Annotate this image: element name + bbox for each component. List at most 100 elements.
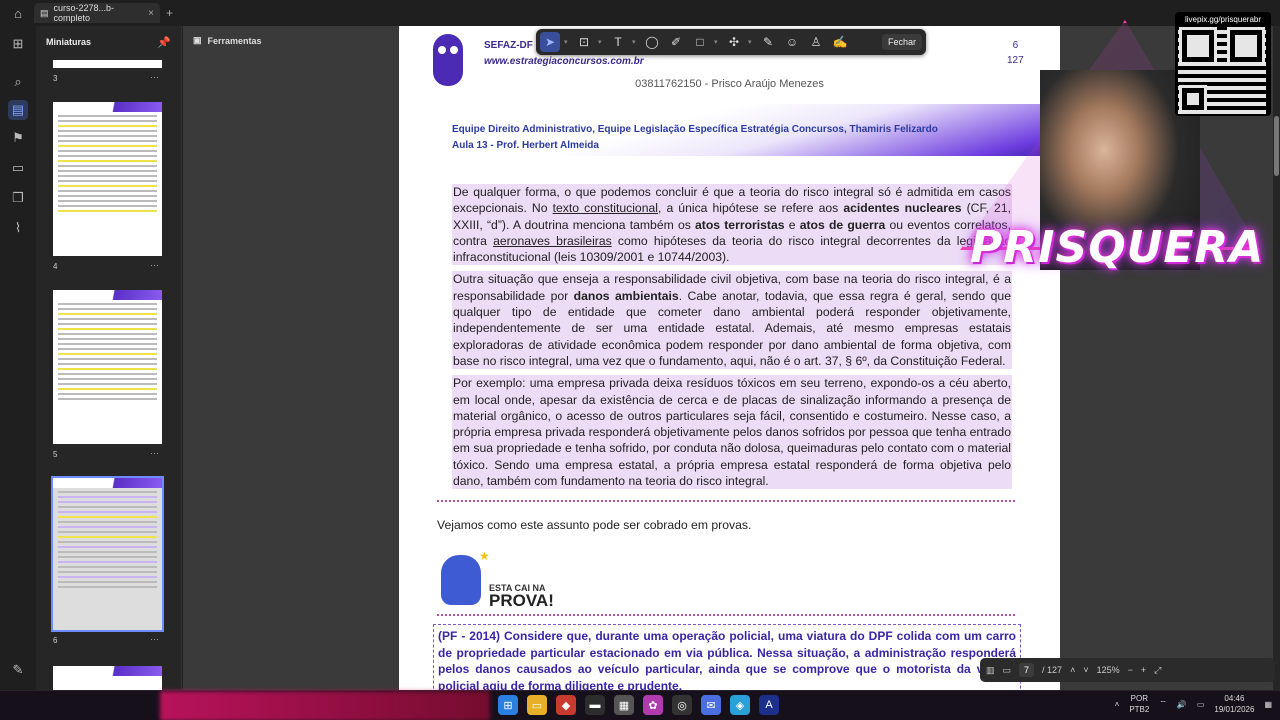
scrollbar-thumb[interactable] [1274, 116, 1279, 176]
thumbnail-menu-icon[interactable]: ··· [150, 634, 159, 644]
app-icon[interactable]: ✉ [701, 695, 721, 715]
home-icon[interactable]: ⌂ [0, 0, 36, 26]
zoom-out-icon[interactable]: − [1128, 665, 1133, 675]
previous-page-icon[interactable]: ˄ [1070, 665, 1075, 675]
sticker-icon[interactable]: ☺ [782, 32, 802, 52]
zoom-level[interactable]: 125% [1097, 665, 1120, 675]
tools-icon: ▣ [193, 35, 202, 45]
chevron-down-icon[interactable]: ▾ [748, 38, 754, 46]
annotation-toolbar: ➤ ▾ ⊡ ▾ T ▾ ◯ ✐ □ ▾ ✣ ▾ ✎ ☺ ♙ ✍ Fechar [536, 29, 926, 55]
qr-url: livepix.gg/prisquerabr [1184, 15, 1262, 24]
tools-label: Ferramentas [207, 35, 262, 46]
close-tab-icon[interactable]: × [148, 8, 154, 19]
thumbnails-panel: Miniaturas 📌 3 ··· 4 ··· 5 ··· 6 ··· [36, 26, 182, 690]
language-indicator[interactable]: POR PTB2 [1129, 693, 1149, 715]
thumbnail-page-7[interactable] [53, 666, 162, 690]
search-icon[interactable]: ⌕ [8, 72, 28, 92]
pdf-app-icon[interactable]: A [759, 695, 779, 715]
highlight-icon[interactable]: ✐ [666, 32, 686, 52]
pages-icon[interactable]: ▤ [8, 100, 28, 120]
paragraph-3: Por exemplo: uma empresa privada deixa r… [452, 375, 1012, 490]
signature-icon[interactable]: ✍ [830, 32, 850, 52]
text-bold: acidentes nucleares [843, 201, 962, 216]
text-bold: danos ambientais [573, 288, 679, 303]
page-number: 6 [1012, 40, 1019, 51]
thumbnail-page-4[interactable] [53, 102, 162, 256]
text-run: , a única hipótese se refere aos [657, 201, 844, 216]
sign-icon[interactable]: ✎ [8, 660, 28, 680]
attachment-icon[interactable]: ⌇ [8, 218, 28, 238]
battery-icon[interactable]: ▭ [1197, 700, 1205, 709]
network-icon[interactable]: ⌔ [1159, 699, 1167, 709]
document-tab[interactable]: ▤ curso-2278...b-completo × [34, 3, 160, 23]
text-underline: texto constitucional [552, 201, 658, 216]
fit-page-icon[interactable]: ⤢ [1154, 665, 1161, 676]
page-layout-icon[interactable]: ▥ [986, 665, 995, 676]
title-bar: ⌂ ▤ curso-2278...b-completo × + [0, 0, 1280, 26]
stamp-person-icon[interactable]: ♙ [806, 32, 826, 52]
thumbnail-page-5[interactable] [53, 290, 162, 444]
text-tool-icon[interactable]: T [608, 32, 628, 52]
thumbnail-menu-icon[interactable]: ··· [150, 72, 159, 82]
shape-icon[interactable]: □ [690, 32, 710, 52]
pdf-page: SEFAZ-DF www.estrategiaconcursos.com.br … [399, 26, 1060, 690]
header-org: SEFAZ-DF [484, 40, 533, 51]
thumbnail-page-6[interactable] [51, 476, 164, 632]
team-line: Equipe Direito Administrativo, Equipe Le… [452, 122, 938, 154]
close-toolbar-button[interactable]: Fechar [881, 34, 922, 50]
clock[interactable]: 04:46 19/01/2026 [1214, 693, 1254, 715]
qr-code-icon [1178, 26, 1266, 114]
chevron-down-icon[interactable]: ▾ [598, 38, 604, 46]
zoom-in-icon[interactable]: + [1141, 665, 1146, 675]
next-page-icon[interactable]: ˅ [1083, 665, 1088, 675]
chevron-down-icon[interactable]: ▾ [564, 38, 570, 46]
intro-text: Vejamos como este assunto pode ser cobra… [437, 518, 752, 532]
app-icon[interactable]: ▦ [614, 695, 634, 715]
new-tab-button[interactable]: + [166, 6, 173, 20]
comment-icon[interactable]: ▭ [8, 158, 28, 178]
pin-icon[interactable]: 📌 [157, 36, 171, 49]
comment-icon[interactable]: ◯ [642, 32, 662, 52]
app-icon[interactable]: ◎ [672, 695, 692, 715]
brave-browser-icon[interactable]: ◆ [556, 695, 576, 715]
page-total-label: / 127 [1042, 665, 1063, 675]
qr-code-panel: livepix.gg/prisquerabr [1175, 12, 1271, 116]
logo-big-text: PROVA! [489, 591, 554, 610]
text-select-icon[interactable]: ⊡ [574, 32, 594, 52]
terminal-icon[interactable]: ▬ [585, 695, 605, 715]
thumbnail-menu-icon[interactable]: ··· [150, 448, 159, 458]
exam-question: (PF - 2014) Considere que, durante uma o… [433, 624, 1021, 690]
present-icon[interactable]: ▭ [1003, 665, 1012, 676]
thumbnail-menu-icon[interactable]: ··· [150, 260, 159, 270]
app-icon[interactable]: ◈ [730, 695, 750, 715]
chevron-down-icon[interactable]: ▾ [714, 38, 720, 46]
current-page-input[interactable]: 7 [1019, 663, 1035, 677]
thumbnail-label: 5 [53, 450, 58, 459]
windows-start-icon[interactable]: ⊞ [498, 695, 518, 715]
header-site: www.estrategiaconcursos.com.br [484, 56, 644, 67]
select-cursor-icon[interactable]: ➤ [540, 32, 560, 52]
owl-mascot-icon [441, 555, 481, 605]
notifications-icon[interactable]: ▦ [1264, 700, 1272, 709]
chevron-down-icon[interactable]: ▾ [632, 38, 638, 46]
thumbnails-header: Miniaturas 📌 [36, 26, 181, 58]
layers-icon[interactable]: ❐ [8, 188, 28, 208]
dotted-divider [437, 614, 1015, 616]
pencil-icon[interactable]: ✎ [758, 32, 778, 52]
star-icon: ★ [479, 549, 490, 563]
volume-icon[interactable]: 🔊 [1177, 700, 1187, 709]
thumbnail-page-3[interactable] [53, 60, 162, 68]
left-rail: ⊞ ⌕ ▤ ⚑ ▭ ❐ ⌇ ✎ [0, 26, 36, 690]
app-icon[interactable]: ✿ [643, 695, 663, 715]
vertical-scrollbar[interactable] [1273, 26, 1280, 690]
stamp-icon[interactable]: ✣ [724, 32, 744, 52]
file-explorer-icon[interactable]: ▭ [527, 695, 547, 715]
time: 04:46 [1224, 694, 1245, 703]
tools-button[interactable]: ▣ Ferramentas [193, 35, 262, 46]
bookmark-icon[interactable]: ⚑ [8, 128, 28, 148]
grid-icon[interactable]: ⊞ [8, 34, 28, 54]
chevron-up-icon[interactable]: ˄ [1115, 700, 1120, 709]
thumbnails-title: Miniaturas [46, 37, 92, 47]
text-run: e [784, 217, 800, 232]
thumbnail-label: 6 [53, 636, 58, 645]
